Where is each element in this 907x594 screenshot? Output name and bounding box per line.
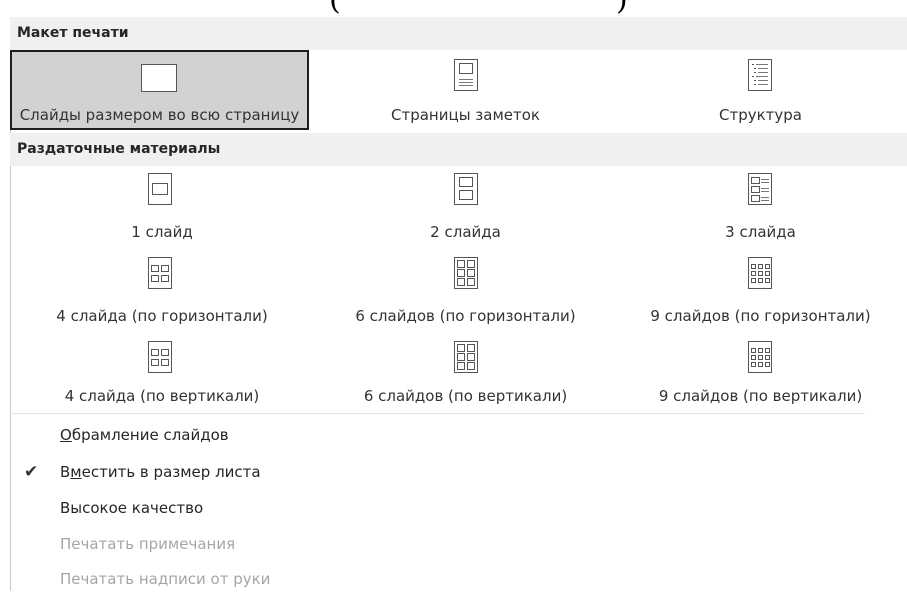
layout-full-page-slides[interactable]: Слайды размером во всю страницу	[10, 50, 309, 130]
menu-print-comments: Печатать примечания	[10, 529, 410, 559]
handout-option-label: 4 слайда (по горизонтали)	[56, 307, 268, 325]
menu-high-quality[interactable]: Высокое качество	[10, 493, 410, 523]
handout-3-slides[interactable]: 3 слайда	[614, 168, 907, 241]
handout-6-horizontal[interactable]: 6 слайдов (по горизонтали)	[317, 253, 614, 325]
handout-2-slides-icon	[454, 173, 478, 205]
full-page-slide-icon	[141, 64, 177, 92]
handout-9-vertical[interactable]: 9 слайдов (по вертикали)	[614, 338, 907, 410]
layout-option-label: Слайды размером во всю страницу	[19, 106, 300, 124]
layout-option-label: Страницы заметок	[391, 106, 540, 124]
right-paren: )	[616, 0, 628, 17]
print-layout-header: Макет печати	[10, 17, 907, 50]
handout-4-vertical-icon	[148, 341, 172, 373]
menu-item-label: Печатать надписи от руки	[60, 570, 271, 588]
handout-option-label: 2 слайда	[430, 223, 501, 241]
handout-6-vertical-icon	[454, 341, 478, 373]
handout-option-label: 4 слайда (по вертикали)	[64, 387, 260, 405]
checkmark-icon: ✔	[24, 462, 39, 482]
menu-item-label: Вместить в размер листа	[60, 457, 261, 487]
handout-option-label: 3 слайда	[725, 223, 796, 241]
outline-icon	[748, 59, 772, 91]
menu-item-label-start: В	[60, 463, 71, 481]
handout-4-horizontal[interactable]: 4 слайда (по горизонтали)	[10, 253, 314, 325]
handout-9-horizontal-icon	[748, 257, 772, 289]
menu-item-label-rest: естить в размер листа	[81, 463, 261, 481]
layout-outline[interactable]: Структура	[614, 50, 907, 130]
handout-1-slide-icon	[148, 173, 172, 205]
handout-option-label: 6 слайдов (по горизонтали)	[355, 307, 576, 325]
handout-6-horizontal-icon	[454, 257, 478, 289]
top-fragment: ( )	[0, 0, 907, 17]
menu-fit-to-page[interactable]: ✔ Вместить в размер листа	[10, 457, 410, 487]
menu-item-label-rest: брамление слайдов	[71, 426, 229, 444]
left-paren: (	[329, 0, 341, 17]
handout-9-horizontal[interactable]: 9 слайдов (по горизонтали)	[614, 253, 907, 325]
accelerator-key: О	[60, 426, 72, 444]
menu-print-ink: Печатать надписи от руки	[10, 564, 410, 594]
menu-item-label: Высокое качество	[60, 499, 204, 517]
handout-4-horizontal-icon	[148, 257, 172, 289]
accelerator-key: м	[70, 463, 82, 481]
handout-option-label: 1 слайд	[131, 223, 193, 241]
handouts-header: Раздаточные материалы	[10, 133, 907, 166]
layout-notes-pages[interactable]: Страницы заметок	[317, 50, 614, 130]
layout-option-label: Структура	[719, 106, 802, 124]
print-options-panel: Макет печати Слайды размером во всю стра…	[10, 17, 907, 591]
menu-item-label: Обрамление слайдов	[60, 420, 229, 450]
handout-1-slide[interactable]: 1 слайд	[10, 168, 314, 241]
notes-page-icon	[454, 59, 478, 91]
menu-separator	[10, 413, 865, 414]
handout-option-label: 9 слайдов (по горизонтали)	[650, 307, 871, 325]
menu-item-label: Печатать примечания	[60, 535, 236, 553]
handout-option-label: 6 слайдов (по вертикали)	[363, 387, 568, 405]
handout-9-vertical-icon	[748, 341, 772, 373]
handout-2-slides[interactable]: 2 слайда	[317, 168, 614, 241]
handout-3-slides-icon	[748, 173, 772, 205]
handout-6-vertical[interactable]: 6 слайдов (по вертикали)	[317, 338, 614, 410]
handout-option-label: 9 слайдов (по вертикали)	[658, 387, 863, 405]
handout-4-vertical[interactable]: 4 слайда (по вертикали)	[10, 338, 314, 410]
menu-frame-slides[interactable]: Обрамление слайдов	[10, 420, 410, 450]
